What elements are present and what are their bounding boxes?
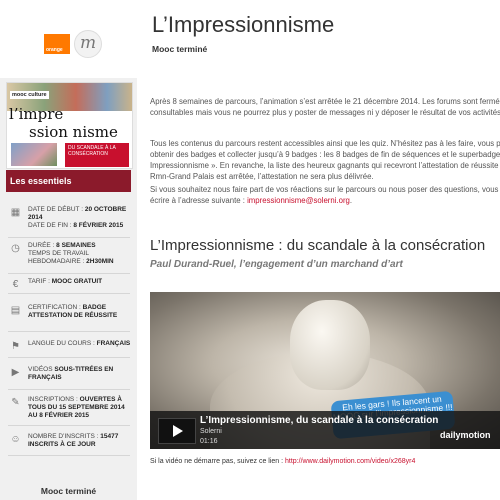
- info-value: 8 février 2015: [73, 222, 124, 229]
- contact-email-link[interactable]: impressionnisme@solerni.org: [247, 196, 350, 205]
- section-title: L’Impressionnisme : du scandale à la con…: [150, 237, 486, 254]
- content-paragraph: Tous les contenus du parcours restent ac…: [150, 139, 500, 181]
- divider: [8, 273, 130, 274]
- video-duration: 01:16: [200, 438, 218, 445]
- info-label: Tarif :: [28, 278, 52, 285]
- clock-icon: ◷: [11, 243, 20, 254]
- orange-logo[interactable]: orange: [44, 34, 70, 54]
- contact-text-end: .: [349, 196, 353, 205]
- flag-icon: ⚑: [11, 341, 20, 352]
- hero-painting: [11, 143, 57, 166]
- info-label: Vidéos: [28, 366, 55, 373]
- video-channel[interactable]: Solerni: [200, 428, 222, 435]
- video-icon: ▶: [11, 367, 20, 378]
- divider: [8, 293, 130, 294]
- intro-paragraph: Après 8 semaines de parcours, l’animatio…: [150, 97, 500, 117]
- info-label: Certification :: [28, 304, 83, 311]
- course-status-header: Mooc terminé: [152, 44, 208, 54]
- divider: [8, 331, 130, 332]
- essentials-heading: Les essentiels: [6, 170, 131, 192]
- divider: [8, 237, 130, 238]
- video-info-bar: L’Impressionnisme, du scandale à la cons…: [150, 411, 500, 449]
- hero-title-line2: ssion nisme: [29, 123, 118, 141]
- info-label: Date de début :: [28, 206, 85, 213]
- main-content: Après 8 semaines de parcours, l’animatio…: [150, 78, 500, 500]
- info-value: Français: [96, 340, 131, 347]
- video-title[interactable]: L’Impressionnisme, du scandale à la cons…: [200, 415, 438, 426]
- hero-title-line1: l’impre: [9, 105, 64, 123]
- divider: [8, 389, 130, 390]
- statue-face: [290, 300, 370, 390]
- info-label: Temps de travail hebdomadaire :: [28, 250, 89, 265]
- divider: [8, 357, 130, 358]
- sidebar: mooc culture l’impre ssion nisme DU SCAN…: [0, 78, 137, 500]
- info-label: Date de fin :: [28, 222, 74, 229]
- hero-red-caption: DU SCANDALE À LA CONSÉCRATION: [65, 143, 129, 167]
- page-title: L’Impressionnisme: [152, 12, 335, 37]
- section-subtitle: Paul Durand-Ruel, l’engagement d’un marc…: [150, 259, 403, 270]
- site-header: orange m L’Impressionnisme Mooc terminé: [0, 0, 500, 72]
- hero-badge: mooc culture: [10, 91, 49, 99]
- video-fallback-caption: Si la vidéo ne démarre pas, suivez ce li…: [150, 458, 415, 465]
- solerni-logo[interactable]: m: [74, 30, 102, 58]
- certificate-icon: ▤: [10, 305, 21, 316]
- mooc-status: Mooc terminé: [40, 486, 97, 496]
- caption-text: Si la vidéo ne démarre pas, suivez ce li…: [150, 458, 286, 465]
- divider: [8, 455, 130, 456]
- info-value: 2h30min: [86, 258, 114, 265]
- divider: [8, 425, 130, 426]
- orange-logo-label: orange: [46, 47, 63, 53]
- info-value: 8 semaines: [56, 242, 96, 249]
- euro-icon: €: [12, 279, 19, 290]
- info-label: Inscriptions :: [28, 396, 80, 403]
- info-value: MOOC gratuit: [51, 278, 103, 285]
- info-label: Durée :: [28, 242, 57, 249]
- calendar-icon: ▦: [10, 207, 21, 218]
- info-label: Langue du cours :: [28, 340, 97, 347]
- contact-paragraph: Si vous souhaitez nous faire part de vos…: [150, 184, 500, 206]
- course-hero-image: mooc culture l’impre ssion nisme DU SCAN…: [6, 82, 133, 169]
- people-icon: ☺: [10, 434, 21, 445]
- info-label: Nombre d’inscrits :: [28, 433, 101, 440]
- dailymotion-logo[interactable]: dailymotion: [440, 430, 491, 440]
- pencil-icon: ✎: [11, 397, 20, 408]
- video-fallback-link[interactable]: http://www.dailymotion.com/video/x268yr4: [285, 458, 415, 465]
- video-player[interactable]: Eh les gars ! Ils lancent un MOOC sur l’…: [150, 292, 500, 449]
- play-button[interactable]: [158, 418, 196, 444]
